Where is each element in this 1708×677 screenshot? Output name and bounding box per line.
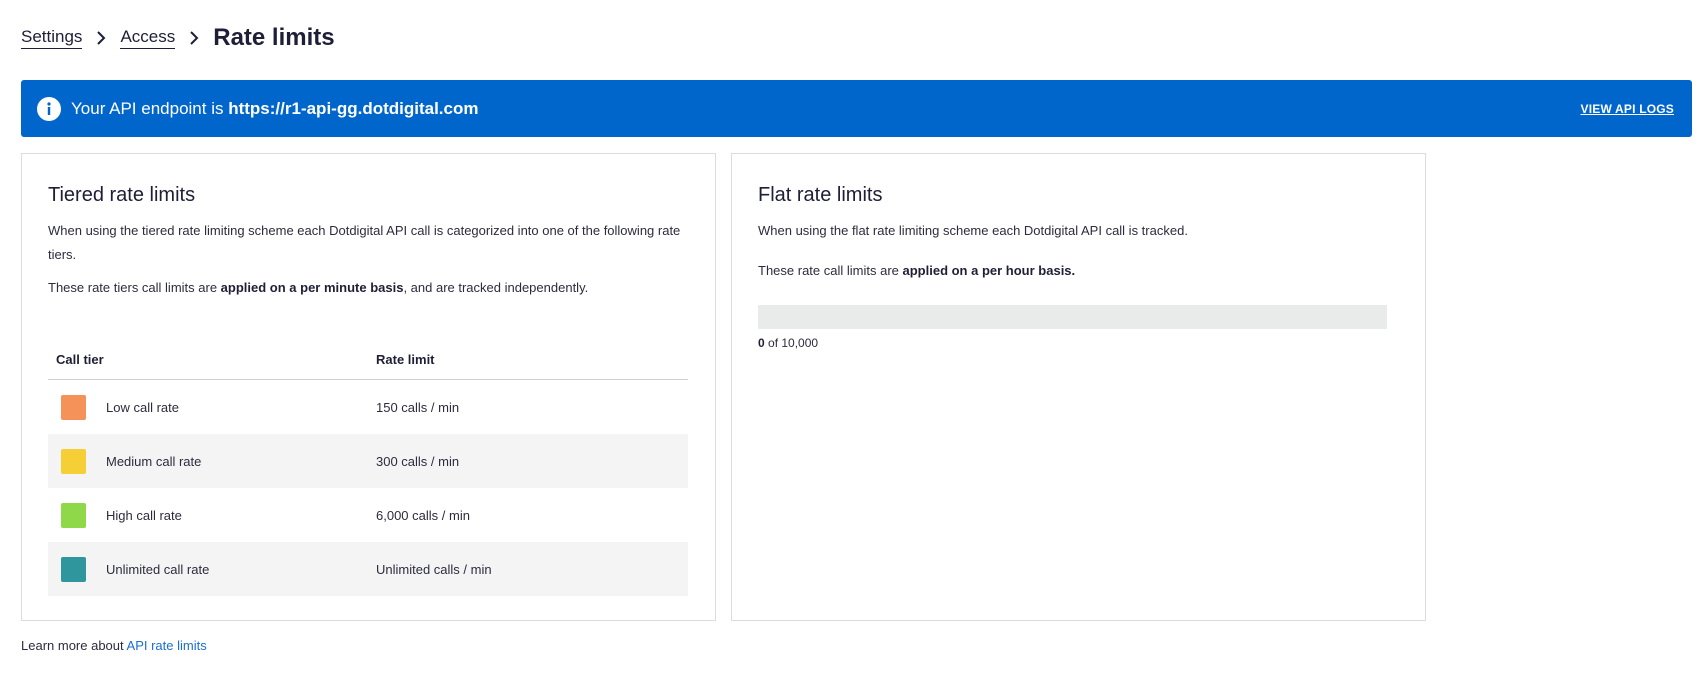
tier-label: Medium call rate [106,453,202,469]
learn-more-text: Learn more about API rate limits [21,638,207,653]
hourly-usage-progress-bar [758,305,1387,329]
tiered-rate-limits-card: Tiered rate limits When using the tiered… [21,153,716,621]
tier-table-header: Call tier Rate limit [48,340,688,380]
flat-card-title: Flat rate limits [758,184,883,206]
api-endpoint-banner: Your API endpoint is https://r1-api-gg.d… [21,80,1692,137]
api-rate-limits-link[interactable]: API rate limits [127,638,207,653]
info-icon [37,96,61,121]
tier-limit: 150 calls / min [376,399,460,415]
view-api-logs-link[interactable]: VIEW API LOGS [1581,102,1675,116]
breadcrumb-access-link[interactable]: Access [120,27,176,49]
table-row: Medium call rate 300 calls / min [48,434,688,488]
rate-limits-page: Settings Access Rate limits Your API end… [0,0,1708,677]
low-tier-swatch [61,394,86,420]
table-row: Unlimited call rate Unlimited calls / mi… [48,542,688,596]
tier-label: High call rate [106,507,182,523]
flat-description: When using the flat rate limiting scheme… [758,223,1188,238]
column-header-call-tier: Call tier [56,352,104,367]
high-tier-swatch [61,502,86,528]
tier-limit: Unlimited calls / min [376,561,492,577]
tier-label: Low call rate [106,399,179,415]
table-row: High call rate 6,000 calls / min [48,488,688,542]
breadcrumb-settings-link[interactable]: Settings [21,27,83,49]
tier-limit: 6,000 calls / min [376,507,470,523]
chevron-right-icon [96,31,106,45]
tier-label: Unlimited call rate [106,561,210,577]
calls-used: 0 [758,336,765,350]
api-endpoint-url: https://r1-api-gg.dotdigital.com [228,98,479,118]
tiered-basis-text: These rate tiers call limits are applied… [48,280,589,295]
chevron-right-icon [189,31,199,45]
hourly-usage-caption: 0 of 10,000 [758,336,819,350]
breadcrumb: Settings Access Rate limits [21,24,335,52]
column-header-rate-limit: Rate limit [376,352,435,367]
unlimited-tier-swatch [61,556,86,582]
tiered-card-title: Tiered rate limits [48,184,196,206]
flat-basis-text: These rate call limits are applied on a … [758,263,1076,278]
tier-limit: 300 calls / min [376,453,460,469]
table-row: Low call rate 150 calls / min [48,380,688,434]
tier-table: Call tier Rate limit Low call rate 150 c… [48,340,688,596]
flat-rate-limits-card: Flat rate limits When using the flat rat… [731,153,1426,621]
tiered-description: When using the tiered rate limiting sche… [48,223,681,262]
medium-tier-swatch [61,448,86,474]
api-endpoint-text: Your API endpoint is https://r1-api-gg.d… [71,98,479,118]
page-title: Rate limits [213,24,335,51]
calls-total: 10,000 [781,336,819,350]
